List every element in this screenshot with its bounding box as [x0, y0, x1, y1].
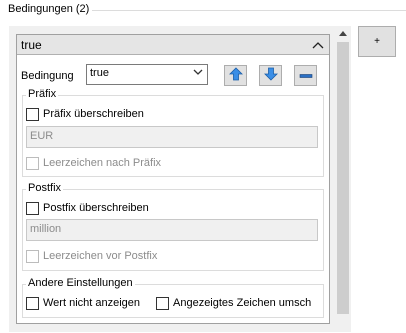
add-condition-button[interactable]: + [358, 26, 396, 57]
arrow-down-icon [263, 67, 278, 84]
minus-icon [299, 70, 313, 82]
scroll-up-icon[interactable] [335, 26, 351, 41]
postfix-input-value: million [30, 223, 62, 235]
chevron-down-icon[interactable] [193, 67, 203, 78]
arrow-up-icon [228, 67, 243, 84]
conditions-group-title: Bedingungen (2) [8, 3, 93, 15]
prefix-override-label: Präfix überschreiben [43, 108, 144, 120]
hide-value-checkbox[interactable] [26, 297, 39, 310]
prefix-space-label: Leerzeichen nach Präfix [43, 157, 162, 169]
add-condition-label: + [374, 36, 380, 47]
postfix-override-checkbox[interactable] [26, 202, 39, 215]
group-border [78, 10, 406, 11]
postfix-space-checkbox[interactable] [26, 250, 39, 263]
hide-value-label: Wert nicht anzeigen [43, 297, 141, 309]
prefix-space-checkbox[interactable] [26, 157, 39, 170]
prefix-group-title: Präfix [26, 88, 59, 100]
prefix-input-value: EUR [30, 130, 54, 142]
condition-select-value: true [90, 67, 109, 79]
collapse-icon[interactable] [311, 38, 325, 52]
postfix-group-title: Postfix [26, 182, 64, 194]
postfix-override-label: Postfix überschreiben [43, 202, 149, 214]
condition-panel-title: true [21, 38, 42, 52]
condition-panel-header[interactable] [17, 35, 329, 55]
postfix-input[interactable] [26, 219, 318, 241]
remove-condition-button[interactable] [294, 65, 317, 86]
prefix-override-checkbox[interactable] [26, 108, 39, 121]
postfix-space-label: Leerzeichen vor Postfix [43, 250, 158, 262]
other-settings-title: Andere Einstellungen [26, 277, 135, 289]
move-up-button[interactable] [224, 65, 247, 86]
move-down-button[interactable] [259, 65, 282, 86]
displayed-char-checkbox[interactable] [156, 297, 169, 310]
scrollbar-thumb[interactable] [337, 42, 349, 314]
prefix-input[interactable] [26, 126, 318, 148]
condition-label: Bedingung [21, 70, 74, 82]
displayed-char-label: Angezeigtes Zeichen umsch [173, 297, 312, 309]
